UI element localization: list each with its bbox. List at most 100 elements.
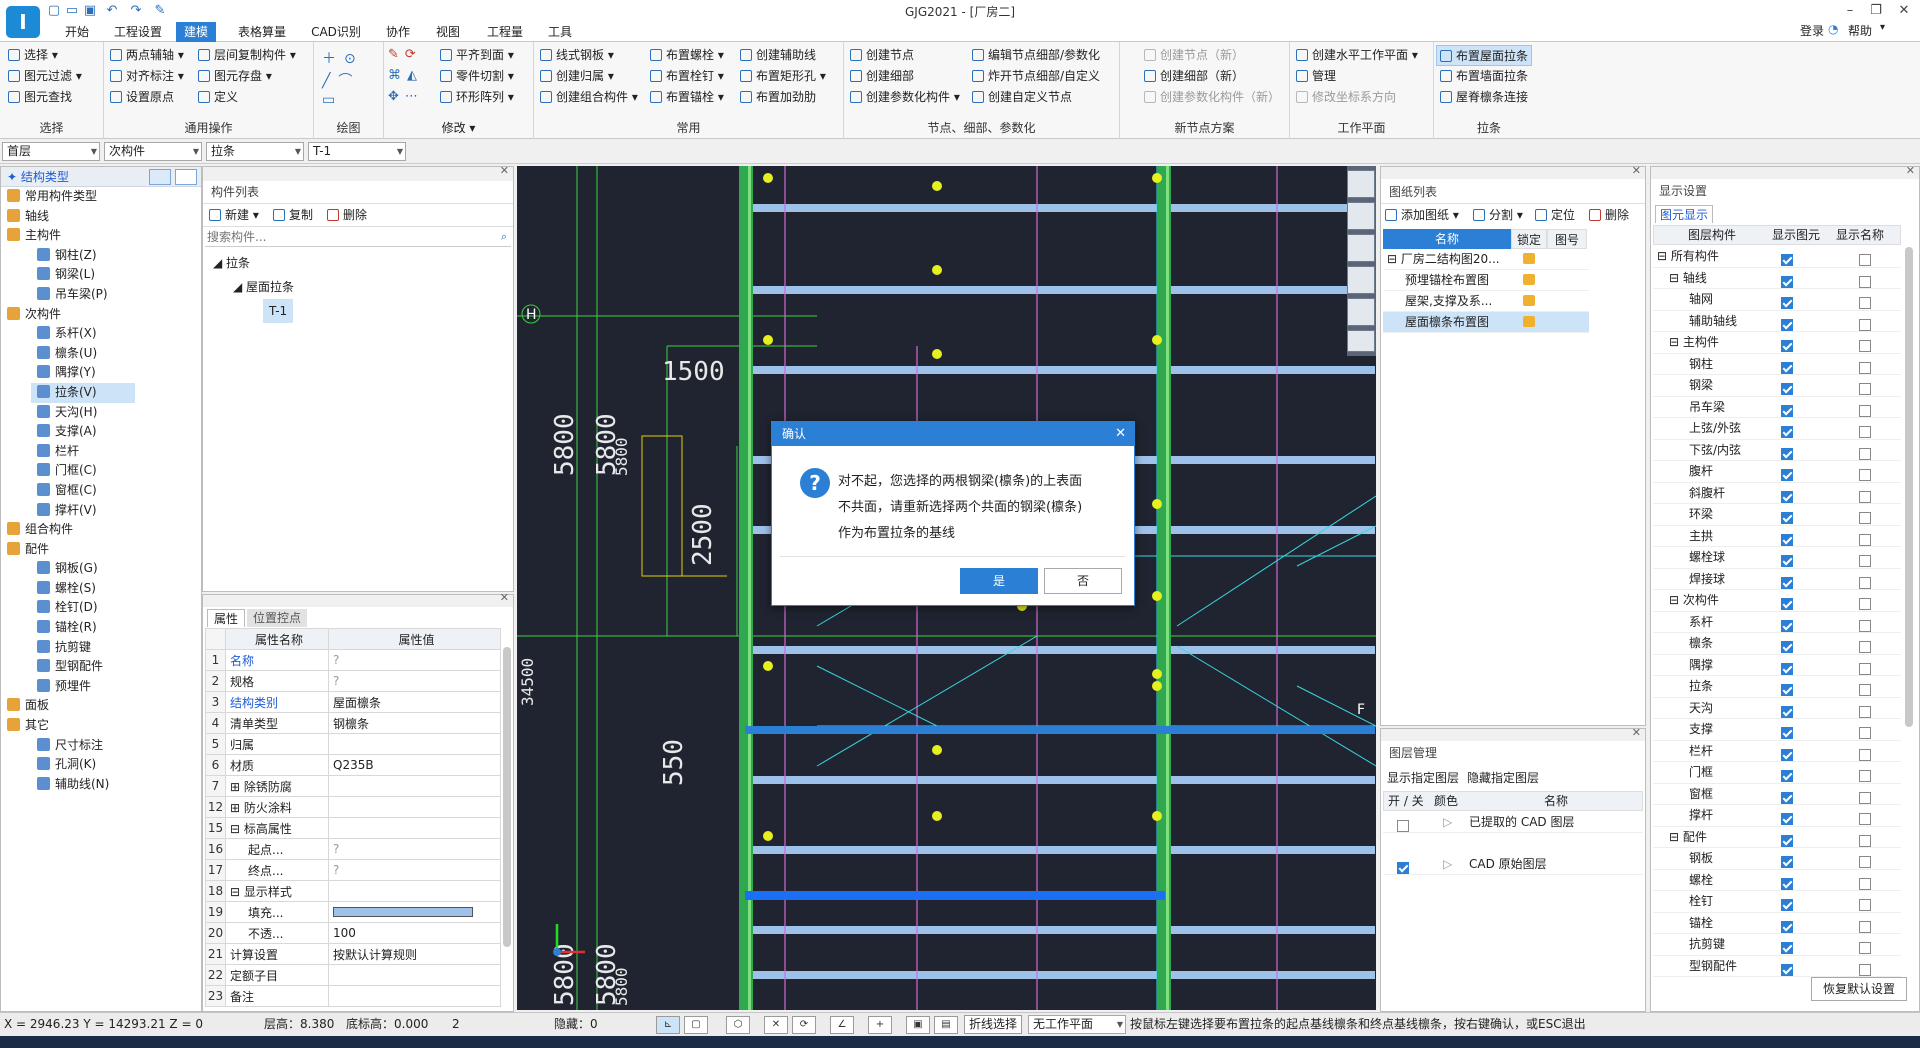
display-row[interactable]: ⊟ 所有构件 [1653,246,1901,268]
show-name-checkbox[interactable] [1859,426,1871,438]
show-name-checkbox[interactable] [1859,619,1871,632]
property-value[interactable] [328,964,501,986]
show-name-checkbox[interactable] [1859,533,1871,546]
place-stud-button[interactable]: 布置栓钉 ▾ [650,66,724,87]
place-rect-hole-button[interactable]: 布置矩形孔 ▾ [740,66,826,87]
display-row[interactable]: 系杆 [1653,612,1901,633]
property-value[interactable]: ? [328,859,501,881]
display-row[interactable]: 辅助轴线 [1653,311,1901,332]
show-element-checkbox[interactable] [1781,361,1793,374]
display-row[interactable]: 上弦/外弦 [1653,418,1901,440]
cross-icon[interactable]: ✕ [764,1016,788,1034]
ribbon-group-modify-label[interactable]: 修改 ▾ [384,119,533,136]
ring-array-button[interactable]: 环形阵列 ▾ [440,87,514,108]
line-plate-button[interactable]: 线式钢板 ▾ [540,45,614,66]
show-element-checkbox[interactable] [1781,705,1793,718]
show-element-checkbox[interactable] [1781,340,1793,352]
property-value[interactable] [328,775,501,797]
structure-tree-item[interactable]: 锚栓(R) [1,618,201,638]
display-row[interactable]: 栏杆 [1653,741,1901,762]
create-aux-line-button[interactable]: 创建辅助线 [740,45,816,66]
manage-plane-button[interactable]: 管理 [1296,66,1336,87]
show-element-checkbox[interactable] [1781,748,1793,761]
user-icon[interactable]: ◔ [1828,22,1838,36]
structure-tree-item[interactable]: 轴线 [1,207,201,227]
node-point[interactable] [1152,669,1162,679]
explode-node-button[interactable]: 炸开节点细部/自定义 [972,66,1100,87]
show-name-checkbox[interactable] [1859,877,1871,890]
structure-tree-item[interactable]: 抗剪键 [1,638,201,658]
type-select[interactable]: 拉条 ▼ [206,142,304,161]
node-point[interactable] [932,265,942,275]
structure-tree-item[interactable]: 隅撑(Y) [1,363,201,383]
cube-view-icon[interactable] [1347,266,1375,294]
property-row[interactable]: 1 名称? [205,649,501,671]
show-element-checkbox[interactable] [1781,254,1793,266]
show-name-checkbox[interactable] [1859,662,1871,675]
create-detail-button[interactable]: 创建细部 [850,66,914,87]
show-name-checkbox[interactable] [1859,791,1871,804]
lock-icon[interactable] [1523,253,1535,264]
align-dimension-button[interactable]: 对齐标注 ▾ [110,66,184,87]
lock-icon[interactable] [1523,295,1535,306]
work-plane-select[interactable]: 无工作平面 ▼ [1028,1015,1126,1034]
tab-quantities[interactable]: 工程量 [480,22,530,42]
show-name-checkbox[interactable] [1859,254,1871,266]
node-point[interactable] [1152,591,1162,601]
collapse-icon[interactable]: ⊟ [230,822,244,836]
show-element-checkbox[interactable] [1781,490,1793,503]
show-name-checkbox[interactable] [1859,748,1871,761]
modify-tools-icon[interactable]: ✎⟳ [388,47,422,62]
property-row[interactable]: 21 计算设置 按默认计算规则 [205,943,501,965]
locate-drawing-button[interactable]: 定位 [1535,205,1575,226]
drawing-row[interactable]: ⊟ 厂房二结构图20... [1383,249,1589,270]
draw-line-icon[interactable]: ╱⌒ [322,70,360,90]
rotate-snap-icon[interactable]: ⟳ [792,1016,816,1034]
new-component-button[interactable]: 新建 ▾ [209,205,259,226]
show-element-checkbox[interactable] [1781,469,1793,481]
display-row[interactable]: 螺栓球 [1653,547,1901,569]
show-name-checkbox[interactable] [1859,942,1871,954]
show-name-checkbox[interactable] [1859,576,1871,589]
node-point[interactable] [1152,335,1162,345]
expand-icon[interactable]: ▷ [1443,812,1452,833]
place-bolt-button[interactable]: 布置螺栓 ▾ [650,45,724,66]
structure-tree-item[interactable]: 栓钉(D) [1,598,201,618]
property-row[interactable]: 15 ⊟ 标高属性 [205,817,501,839]
minimize-icon[interactable]: – [1836,2,1864,20]
show-name-checkbox[interactable] [1859,340,1871,352]
structure-tree-item[interactable]: 撑杆(V) [1,501,201,521]
show-element-checkbox[interactable] [1781,447,1793,460]
show-element-checkbox[interactable] [1781,662,1793,675]
show-element-checkbox[interactable] [1781,727,1793,739]
component-search[interactable]: ⌕ [205,229,511,247]
tab-cad-recognition[interactable]: CAD识别 [306,22,366,42]
show-name-checkbox[interactable] [1859,727,1871,739]
rotate-icon[interactable] [1347,298,1375,326]
show-element-checkbox[interactable] [1781,555,1793,567]
move-icon[interactable]: ✥⋯ [388,89,424,104]
close-icon[interactable]: ✕ [1632,164,1641,177]
structure-tree-item[interactable]: 辅助线(N) [1,775,201,795]
collapse-icon[interactable]: ⊟ [1669,830,1683,844]
display-row[interactable]: 钢柱 [1653,354,1901,375]
show-name-checkbox[interactable] [1859,641,1871,653]
display-row[interactable]: 钢梁 [1653,375,1901,397]
help-menu[interactable]: 帮助 [1848,22,1872,39]
structure-tree-item[interactable]: 栏杆 [1,442,201,462]
structure-tree-item[interactable]: 面板 [1,696,201,716]
show-name-checkbox[interactable] [1859,404,1871,417]
structure-tree-item[interactable]: 螺栓(S) [1,579,201,599]
draw-point-icon[interactable]: ＋⊙ [322,48,364,68]
component-tree-group[interactable]: ◢ 屋面拉条 [233,275,294,299]
split-drawing-button[interactable]: 分割 ▾ [1473,205,1523,226]
select-button[interactable]: 选择 ▾ [8,45,58,66]
display-row[interactable]: 焊接球 [1653,569,1901,590]
property-value[interactable]: 屋面檩条 [328,691,501,713]
collapse-icon[interactable]: ⊟ [230,885,244,899]
purlin-beam[interactable] [745,286,1375,294]
close-icon[interactable]: ✕ [1632,726,1641,739]
display-row[interactable]: 窗框 [1653,784,1901,805]
display-row[interactable]: 型钢配件 [1653,956,1901,977]
property-row[interactable]: 20 不透... 100 [205,922,501,944]
